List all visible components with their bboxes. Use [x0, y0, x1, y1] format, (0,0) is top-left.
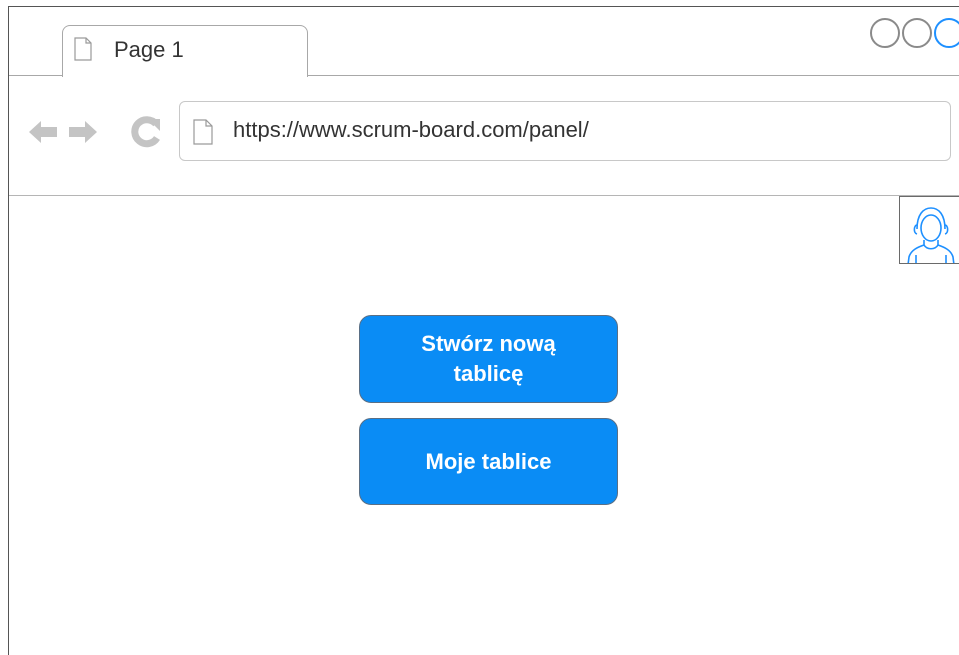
close-circle-icon[interactable] — [934, 18, 959, 48]
create-board-label: Stwórz nową tablicę — [421, 331, 556, 386]
minimize-circle-icon[interactable] — [870, 18, 900, 48]
tab-page-1[interactable]: Page 1 — [62, 25, 308, 77]
page-icon — [193, 119, 213, 145]
address-bar[interactable]: https://www.scrum-board.com/panel/ — [179, 101, 951, 161]
arrow-left-icon[interactable] — [27, 116, 59, 148]
page-icon — [74, 37, 92, 61]
user-avatar-icon[interactable] — [899, 196, 959, 264]
url-text[interactable]: https://www.scrum-board.com/panel/ — [233, 117, 589, 143]
my-boards-button[interactable]: Moje tablice — [359, 418, 618, 505]
create-board-button[interactable]: Stwórz nową tablicę — [359, 315, 618, 403]
navigation-divider — [9, 195, 959, 196]
window-controls — [870, 18, 959, 48]
maximize-circle-icon[interactable] — [902, 18, 932, 48]
reload-icon[interactable] — [131, 116, 161, 148]
navigation-bar: https://www.scrum-board.com/panel/ — [9, 76, 959, 195]
tab-title: Page 1 — [114, 37, 184, 62]
avatar-figure — [907, 207, 955, 263]
my-boards-label: Moje tablice — [425, 448, 552, 474]
arrow-right-icon[interactable] — [67, 116, 99, 148]
browser-window: Page 1 https://www.scrum-board.com/panel… — [8, 6, 959, 655]
